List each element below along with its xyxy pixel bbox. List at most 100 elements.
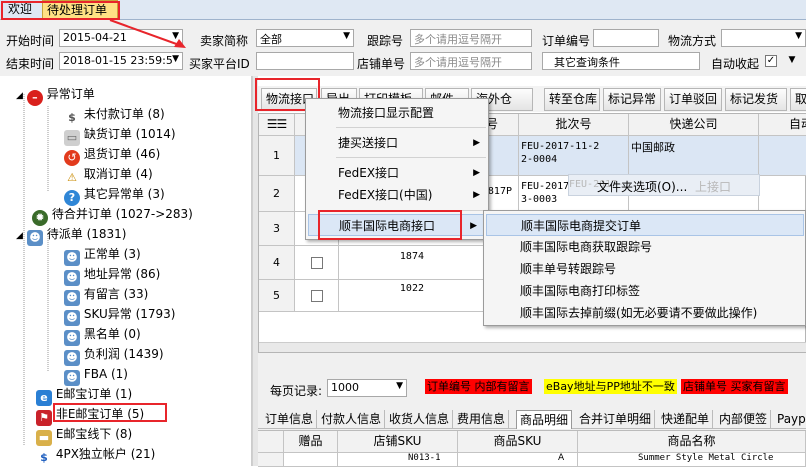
tab-recipient-info[interactable]: 收货人信息 — [386, 410, 454, 429]
row-number[interactable]: 1 — [259, 136, 295, 176]
chevron-down-icon: ▼ — [795, 31, 802, 41]
end-time-picker[interactable]: 2018-01-15 23:59:5 ▼ — [59, 52, 183, 70]
reject-order-button[interactable]: 订单驳回 — [664, 88, 722, 111]
row-checkbox[interactable] — [311, 290, 323, 302]
menu-item-sf-submit-order[interactable]: 顺丰国际电商提交订单 — [486, 214, 804, 236]
horizontal-scrollbar[interactable] — [259, 342, 806, 352]
other-conditions-select[interactable]: 其它查询条件 — [542, 52, 700, 70]
tree-label: 退货订单 (46) — [83, 147, 161, 161]
mark-shipped-button[interactable]: 标记发货 — [725, 88, 787, 111]
menu-item-fedex[interactable]: FedEX接口 ▶ — [306, 162, 488, 184]
tree-node-4px[interactable]: $ 4PX独立帐户 (21) — [36, 444, 155, 464]
detail-header-product-name[interactable]: 商品名称 — [578, 431, 806, 453]
tree-node-sku-error[interactable]: ☻ SKU异常 (1793) — [64, 304, 176, 326]
grid-header-batch[interactable]: 批次号 — [519, 114, 629, 136]
tab-merged-orders[interactable]: 合并订单明细 — [576, 410, 656, 429]
store-order-input[interactable]: 多个请用逗号隔开 — [410, 52, 532, 70]
detail-product-name-cell[interactable]: Summer Style Metal Circle — [578, 453, 806, 467]
row-number[interactable]: 3 — [259, 212, 295, 246]
tree-label: 负利润 (1439) — [83, 347, 164, 361]
more-button[interactable]: 取 — [790, 88, 806, 111]
detail-product-sku-cell[interactable]: A — [458, 453, 578, 467]
tree-node-outofstock[interactable]: ▭ 缺货订单 (1014) — [64, 124, 176, 146]
seller-select[interactable]: 全部 ▼ — [256, 29, 354, 47]
move-to-warehouse-button[interactable]: 转至仓库 — [544, 88, 600, 111]
tab-item-details[interactable]: 商品明细 — [516, 410, 573, 429]
detail-header-gift[interactable]: 赠品 — [284, 431, 338, 453]
tree-node-negative-profit[interactable]: ☻ 负利润 (1439) — [64, 344, 164, 366]
batch-cell[interactable]: FEU-2017-11-2 2-0004 — [519, 136, 629, 176]
tree-label: 待派单 (1831) — [46, 227, 127, 241]
tree-label: 地址异常 (86) — [83, 267, 161, 281]
tree-node-epacket-offline[interactable]: ▬ E邮宝线下 (8) — [36, 424, 132, 446]
tree-label: SKU异常 (1793) — [83, 307, 176, 321]
tree-node-has-message[interactable]: ☻ 有留言 (33) — [64, 284, 149, 306]
tree-node-address-error[interactable]: ☻ 地址异常 (86) — [64, 264, 161, 286]
item-details-grid: 赠品 店铺SKU 商品SKU 商品名称 N013-1 A Summer Styl… — [258, 430, 806, 467]
chevron-down-icon[interactable]: ▼ — [786, 55, 798, 67]
menu-divider — [336, 127, 486, 128]
row-number[interactable]: 5 — [259, 280, 295, 312]
menu-item-label: FedEX接口(中国) — [338, 188, 433, 202]
buyer-id-label: 买家平台ID — [189, 57, 250, 71]
tree-label: 未付款订单 (8) — [83, 107, 165, 121]
tree-node-to-dispatch[interactable]: ◢ ☻ 待派单 (1831) — [16, 224, 127, 246]
row-header-handle[interactable]: ☰☰ — [259, 114, 295, 136]
tab-courier-match[interactable]: 快递配单 — [658, 410, 714, 429]
dollar-icon: $ — [40, 451, 48, 464]
chevron-down-icon: ▼ — [396, 381, 403, 391]
row-checkbox[interactable] — [311, 257, 323, 269]
tab-order-info[interactable]: 订单信息 — [262, 410, 318, 429]
tab-payer-info[interactable]: 付款人信息 — [318, 410, 386, 429]
menu-item-label: 捷买送接口 — [338, 136, 399, 150]
grid-header-auto[interactable]: 自动 — [759, 114, 806, 136]
order-no-input[interactable] — [593, 29, 659, 47]
tree-node-other-exceptions[interactable]: ? 其它异常单 (3) — [64, 184, 165, 206]
chevron-right-icon: ▶ — [473, 190, 480, 200]
menu-item-sf-convert-tracking[interactable]: 顺丰单号转跟踪号 — [484, 258, 804, 280]
menu-item-display-config[interactable]: 物流接口显示配置 — [306, 102, 488, 124]
tree-node-unpaid[interactable]: $ 未付款订单 (8) — [64, 104, 165, 124]
per-page-select[interactable]: 1000 ▼ — [327, 379, 407, 397]
tree-label: 正常单 (3) — [83, 247, 141, 261]
menu-item-label: FedEX接口 — [338, 166, 400, 180]
tree-label: 取消订单 (4) — [83, 167, 153, 181]
tab-internal-notes[interactable]: 内部便签 — [716, 410, 772, 429]
tree-node-normal[interactable]: ☻ 正常单 (3) — [64, 244, 141, 266]
legend-buyer-message: 店铺单号 买家有留言 — [681, 379, 788, 394]
grid-header-courier[interactable]: 快递公司 — [629, 114, 759, 136]
chevron-down-icon: ▼ — [172, 54, 179, 64]
logistics-select[interactable]: ▼ — [721, 29, 806, 47]
menu-item-sf-get-tracking[interactable]: 顺丰国际电商获取跟踪号 — [484, 236, 804, 258]
menu-item-fedex-china[interactable]: FedEX接口(中国) ▶ — [306, 184, 488, 206]
ghost-interface-text: 上接口 — [695, 180, 732, 194]
tree-label: 有留言 (33) — [83, 287, 149, 301]
menu-item-sf-remove-prefix[interactable]: 顺丰国际去掉前缀(如无必要请不要做此操作) — [484, 302, 804, 324]
row-number[interactable]: 4 — [259, 246, 295, 280]
detail-store-sku-cell[interactable]: N013-1 — [338, 453, 458, 467]
row-number — [258, 453, 284, 467]
tree-label: 待合并订单 (1027->283) — [51, 207, 193, 221]
menu-item-sf-print-label[interactable]: 顺丰国际电商打印标签 — [484, 280, 804, 302]
tree-node-epacket[interactable]: e E邮宝订单 (1) — [36, 384, 132, 406]
tree-node-cancelled[interactable]: ⚠ 取消订单 (4) — [64, 164, 153, 184]
tree-node-to-merge[interactable]: ✹ 待合并订单 (1027->283) — [32, 204, 193, 226]
courier-cell[interactable]: 中国邮政 — [629, 136, 759, 176]
detail-header-store-sku[interactable]: 店铺SKU — [338, 431, 458, 453]
tree-node-exceptions[interactable]: ◢ – 异常订单 — [16, 84, 95, 106]
buyer-id-input[interactable] — [256, 52, 354, 70]
tab-fee-info[interactable]: 费用信息 — [454, 410, 510, 429]
tree-node-fba[interactable]: ☻ FBA (1) — [64, 364, 128, 386]
mark-exception-button[interactable]: 标记异常 — [603, 88, 661, 111]
tab-paypal[interactable]: Paypal — [774, 410, 806, 429]
ghost-menu-strip: FEU-2017- 文件夹选项(O)... 上接口 — [568, 174, 760, 196]
logistics-label: 物流方式 — [668, 34, 717, 48]
row-number[interactable]: 2 — [259, 176, 295, 212]
detail-header-product-sku[interactable]: 商品SKU — [458, 431, 578, 453]
menu-item-jiemaisong[interactable]: 捷买送接口 ▶ — [306, 132, 488, 154]
tracking-input[interactable]: 多个请用逗号隔开 — [410, 29, 532, 47]
tree-node-returns[interactable]: ↺ 退货订单 (46) — [64, 144, 161, 166]
auto-collapse-checkbox[interactable]: ✓ — [765, 55, 777, 67]
sf-submenu: 顺丰国际电商提交订单 顺丰国际电商获取跟踪号 顺丰单号转跟踪号 顺丰国际电商打印… — [483, 210, 806, 326]
tree-node-blacklist[interactable]: ☻ 黑名单 (0) — [64, 324, 141, 346]
